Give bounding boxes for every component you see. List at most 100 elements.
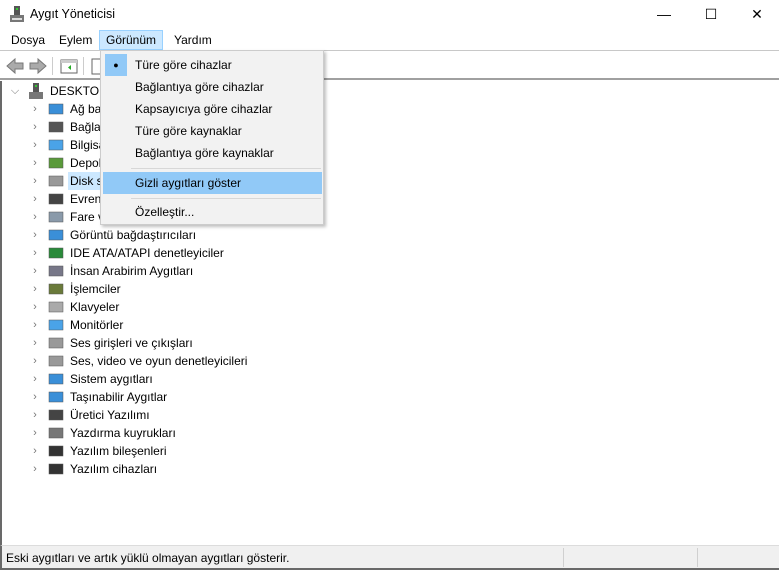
maximize-button[interactable]: ☐: [688, 0, 734, 28]
close-button[interactable]: ✕: [734, 0, 779, 28]
tree-item[interactable]: › Taşınabilir Aygıtlar: [28, 388, 169, 406]
software-component-icon: [48, 443, 64, 459]
tree-item[interactable]: › Sistem aygıtları: [28, 370, 155, 388]
tree-item[interactable]: › Yazılım cihazları: [28, 460, 159, 478]
chevron-right-icon[interactable]: ›: [28, 280, 42, 298]
tree-item[interactable]: › Görüntü bağdaştırıcıları: [28, 226, 198, 244]
chevron-right-icon[interactable]: ›: [28, 208, 42, 226]
tree-item-label: IDE ATA/ATAPI denetleyiciler: [70, 246, 224, 260]
tree-item-label: Görüntü bağdaştırıcıları: [70, 228, 197, 242]
speaker-icon: [48, 335, 64, 351]
chevron-right-icon[interactable]: ›: [28, 298, 42, 316]
toolbar-divider: [83, 57, 84, 75]
chevron-right-icon[interactable]: ›: [28, 244, 42, 262]
tree-item[interactable]: › Bağlar: [28, 118, 107, 136]
tree-item[interactable]: › Ses, video ve oyun denetleyicileri: [28, 352, 249, 370]
tree-item[interactable]: › Disk sü: [28, 172, 112, 190]
tree-item-label: Üretici Yazılımı: [70, 408, 150, 422]
tree-item-label: Ses girişleri ve çıkışları: [70, 336, 193, 350]
menu-yardim[interactable]: Yardım: [168, 30, 218, 50]
chevron-right-icon[interactable]: ›: [28, 460, 42, 478]
tree-item[interactable]: › Yazdırma kuyrukları: [28, 424, 178, 442]
menu-eylem[interactable]: Eylem: [53, 30, 98, 50]
computer-root-icon: [29, 83, 43, 99]
chevron-right-icon[interactable]: ›: [28, 136, 42, 154]
chevron-right-icon[interactable]: ›: [28, 154, 42, 172]
menu-item-label: Türe göre cihazlar: [135, 58, 232, 72]
firmware-icon: [48, 407, 64, 423]
chevron-right-icon[interactable]: ›: [28, 190, 42, 208]
portable-device-icon: [48, 389, 64, 405]
tree-item[interactable]: › Monitörler: [28, 316, 125, 334]
menu-bar: Dosya Eylem Görünüm Yardım: [0, 28, 779, 51]
tree-item-label: İnsan Arabirim Aygıtları: [70, 264, 194, 278]
ide-controller-icon: [48, 245, 64, 261]
system-devices-icon: [48, 371, 64, 387]
tree-item[interactable]: › Bilgisa: [28, 136, 107, 154]
tree-item-label: Klavyeler: [70, 300, 120, 314]
chevron-right-icon[interactable]: ›: [28, 424, 42, 442]
chevron-right-icon[interactable]: ›: [28, 226, 42, 244]
tree-item[interactable]: › İşlemciler: [28, 280, 123, 298]
menu-item-customize[interactable]: Özelleştir...: [103, 201, 322, 223]
menu-gorunum[interactable]: Görünüm: [99, 30, 164, 50]
hid-icon: [48, 263, 64, 279]
tree-item[interactable]: › Ses girişleri ve çıkışları: [28, 334, 195, 352]
menu-item-devices-by-connection[interactable]: Bağlantıya göre cihazlar: [103, 76, 322, 98]
disk-drive-icon: [48, 173, 64, 189]
tree-root[interactable]: ⌵ DESKTOP-: [8, 82, 113, 100]
tree-item-label: Sistem aygıtları: [70, 372, 153, 386]
network-adapter-icon: [48, 101, 64, 117]
tree-item[interactable]: › IDE ATA/ATAPI denetleyiciler: [28, 244, 226, 262]
back-icon[interactable]: [5, 56, 25, 76]
chevron-right-icon[interactable]: ›: [28, 334, 42, 352]
chevron-right-icon[interactable]: ›: [28, 406, 42, 424]
speaker-icon: [48, 353, 64, 369]
tree-item-label: Yazılım bileşenleri: [70, 444, 167, 458]
menu-dosya[interactable]: Dosya: [5, 30, 51, 50]
port-icon: [48, 119, 64, 135]
view-menu-dropdown: ● Türe göre cihazlar Bağlantıya göre ciha…: [100, 50, 324, 225]
keyboard-icon: [48, 299, 64, 315]
menu-item-show-hidden-devices[interactable]: Gizli aygıtları göster: [103, 172, 322, 194]
menu-item-resources-by-type[interactable]: Türe göre kaynaklar: [103, 120, 322, 142]
tree-item[interactable]: › Depola: [28, 154, 110, 172]
tree-item[interactable]: › Üretici Yazılımı: [28, 406, 152, 424]
usb-icon: [48, 191, 64, 207]
chevron-right-icon[interactable]: ›: [28, 316, 42, 334]
window-title: Aygıt Yöneticisi: [30, 7, 116, 21]
tree-item-label: Yazdırma kuyrukları: [70, 426, 176, 440]
computer-icon: [48, 137, 64, 153]
menu-separator: [131, 198, 321, 199]
menu-item-resources-by-connection[interactable]: Bağlantıya göre kaynaklar: [103, 142, 322, 164]
tree-item-label: Taşınabilir Aygıtlar: [70, 390, 168, 404]
toolbar-divider: [52, 57, 53, 75]
tree-item[interactable]: › Evrens: [28, 190, 109, 208]
software-device-icon: [48, 461, 64, 477]
device-manager-icon: [10, 6, 24, 22]
chevron-right-icon[interactable]: ›: [28, 370, 42, 388]
show-hide-console-tree-icon[interactable]: [59, 56, 79, 76]
tree-item[interactable]: › Yazılım bileşenleri: [28, 442, 168, 460]
chevron-right-icon[interactable]: ›: [28, 100, 42, 118]
chevron-right-icon[interactable]: ›: [28, 352, 42, 370]
minimize-button[interactable]: —: [641, 0, 687, 28]
mouse-icon: [48, 209, 64, 225]
chevron-right-icon[interactable]: ›: [28, 388, 42, 406]
tree-item[interactable]: › Ağ bağ: [28, 100, 110, 118]
chevron-down-icon[interactable]: ⌵: [8, 82, 22, 100]
status-divider: [697, 548, 698, 567]
chevron-right-icon[interactable]: ›: [28, 118, 42, 136]
tree-item-label: Ses, video ve oyun denetleyicileri: [70, 354, 248, 368]
tree-item[interactable]: › Klavyeler: [28, 298, 121, 316]
radio-check-icon: ●: [105, 54, 127, 76]
menu-item-devices-by-container[interactable]: Kapsayıcıya göre cihazlar: [103, 98, 322, 120]
tree-item[interactable]: › İnsan Arabirim Aygıtları: [28, 262, 195, 280]
menu-item-devices-by-type[interactable]: ● Türe göre cihazlar: [103, 54, 322, 76]
chevron-right-icon[interactable]: ›: [28, 442, 42, 460]
chevron-right-icon[interactable]: ›: [28, 262, 42, 280]
forward-icon[interactable]: [28, 56, 48, 76]
processor-icon: [48, 281, 64, 297]
tree-item-label: Yazılım cihazları: [70, 462, 158, 476]
chevron-right-icon[interactable]: ›: [28, 172, 42, 190]
